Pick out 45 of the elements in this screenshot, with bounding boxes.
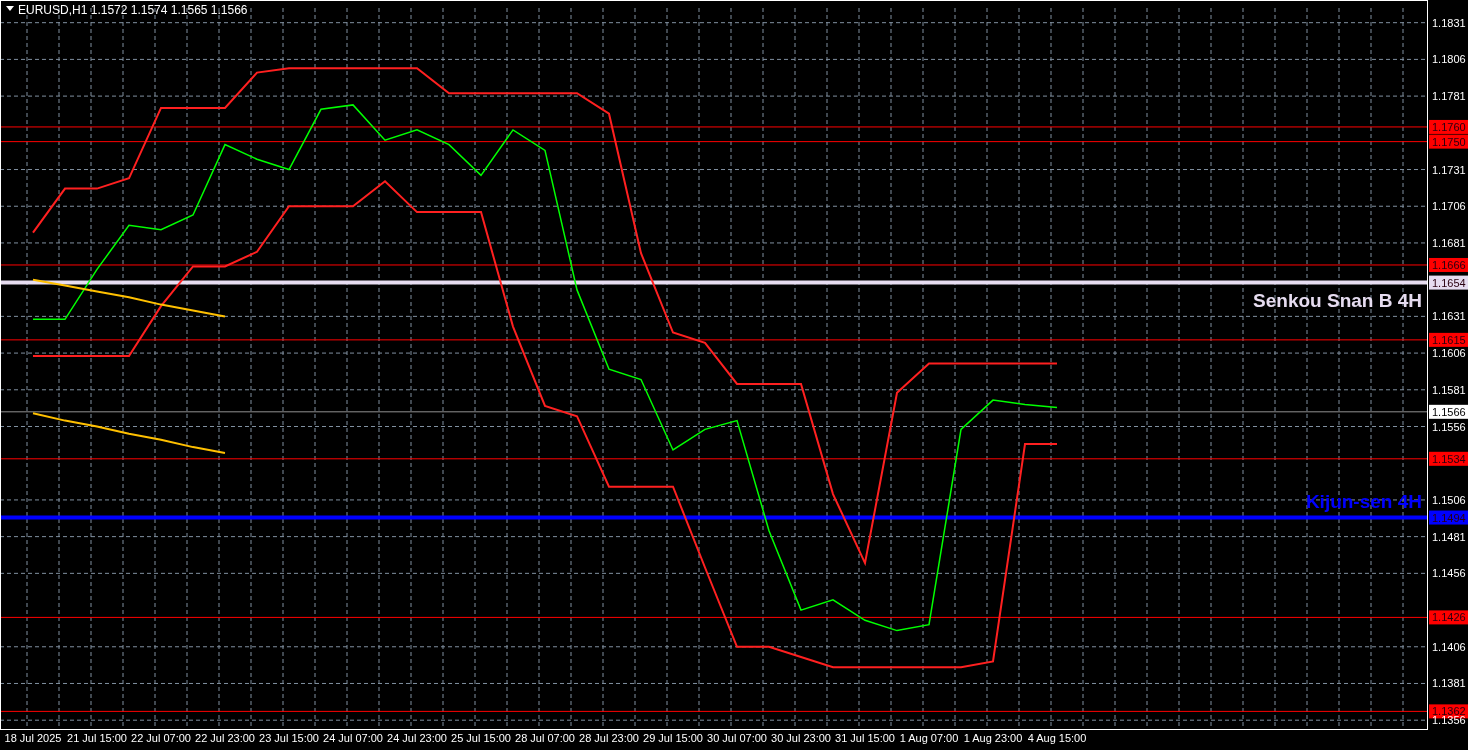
level-name-label: Kijun-sen 4H	[1305, 490, 1422, 512]
dropdown-triangle-icon	[6, 6, 14, 11]
price-tag: 1.1494	[1429, 510, 1468, 525]
price-tag: 1.1534	[1429, 451, 1468, 466]
time-tick-label: 24 Jul 07:00	[323, 732, 383, 744]
level-name-label: Senkou Snan B 4H	[1253, 289, 1422, 311]
time-tick-label: 28 Jul 07:00	[515, 732, 575, 744]
time-tick-label: 25 Jul 15:00	[451, 732, 511, 744]
price-tag: 1.1566	[1429, 404, 1468, 419]
time-tick-label: 4 Aug 15:00	[1027, 732, 1087, 744]
time-tick-label: 21 Jul 15:00	[67, 732, 127, 744]
price-tag: 1.1760	[1429, 119, 1468, 134]
time-tick-label: 22 Jul 07:00	[131, 732, 191, 744]
price-tick-label: 1.1481	[1432, 530, 1466, 543]
price-tick-label: 1.1681	[1432, 236, 1466, 249]
price-tick-label: 1.1581	[1432, 383, 1466, 396]
price-tick-label: 1.1606	[1432, 347, 1466, 360]
time-tick-label: 29 Jul 15:00	[643, 732, 703, 744]
price-tick-label: 1.1781	[1432, 90, 1466, 103]
price-tick-label: 1.1706	[1432, 200, 1466, 213]
price-tick-label: 1.1556	[1432, 420, 1466, 433]
time-tick-label: 30 Jul 23:00	[771, 732, 831, 744]
price-tick-label: 1.1456	[1432, 567, 1466, 580]
price-tick-label: 1.1631	[1432, 310, 1466, 323]
time-tick-label: 18 Jul 2025	[4, 732, 62, 744]
chart-title: EURUSD,H1 1.1572 1.1574 1.1565 1.1566	[18, 3, 248, 17]
time-tick-label: 31 Jul 15:00	[835, 732, 895, 744]
time-tick-label: 30 Jul 07:00	[707, 732, 767, 744]
time-tick-label: 23 Jul 15:00	[259, 732, 319, 744]
time-tick-label: 1 Aug 07:00	[899, 732, 959, 744]
time-tick-label: 24 Jul 23:00	[387, 732, 447, 744]
price-tick-label: 1.1381	[1432, 677, 1466, 690]
price-tick-label: 1.1831	[1432, 16, 1466, 29]
price-tag: 1.1426	[1429, 610, 1468, 625]
price-tick-label: 1.1731	[1432, 163, 1466, 176]
price-tick-label: 1.1506	[1432, 493, 1466, 506]
price-tag: 1.1666	[1429, 258, 1468, 272]
time-tick-label: 22 Jul 23:00	[195, 732, 255, 744]
price-tag: 1.1750	[1429, 134, 1468, 149]
price-tick-label: 1.1406	[1432, 640, 1466, 653]
price-tag: 1.1615	[1429, 332, 1468, 347]
price-tag: 1.1654	[1429, 275, 1468, 290]
price-tick-label: 1.1806	[1432, 53, 1466, 66]
time-tick-label: 1 Aug 23:00	[963, 732, 1023, 744]
time-tick-label: 28 Jul 23:00	[579, 732, 639, 744]
